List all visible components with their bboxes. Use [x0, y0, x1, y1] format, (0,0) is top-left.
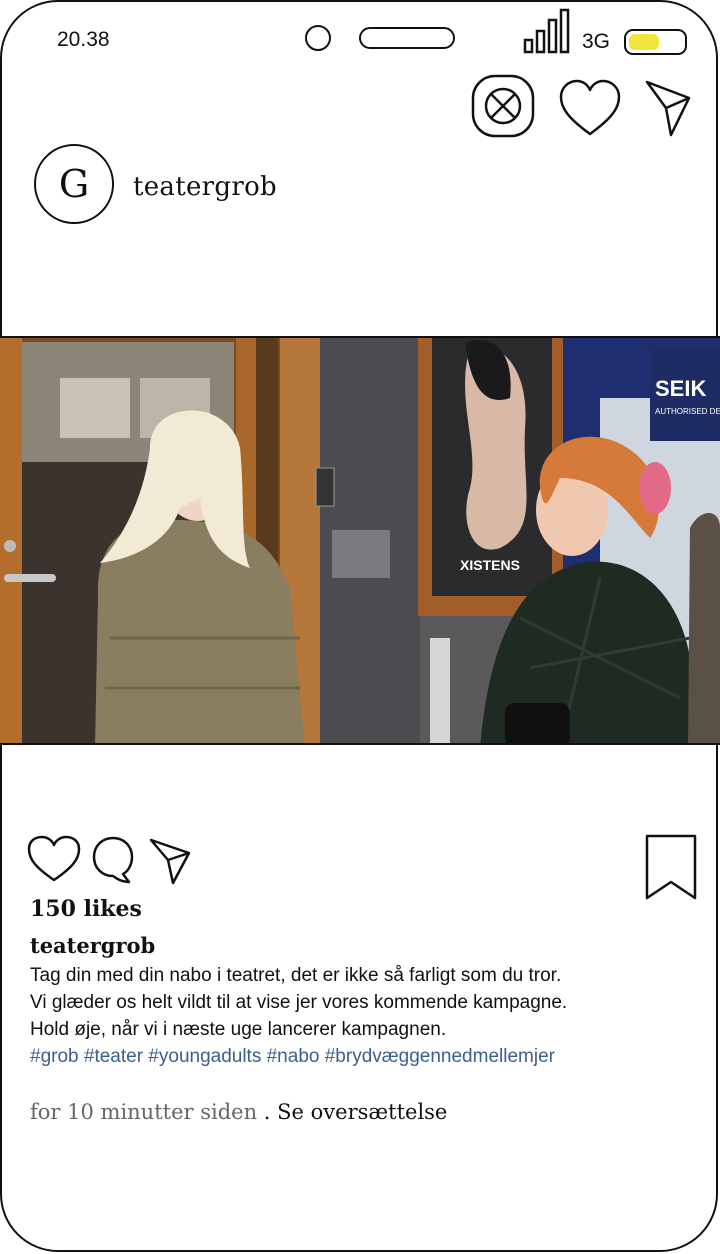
caption-line: Tag din med din nabo i teatret, det er i… [30, 965, 562, 986]
heart-icon[interactable] [558, 78, 622, 138]
post-username[interactable]: teatergrob [133, 172, 277, 202]
battery-level [629, 34, 659, 50]
post-meta: for 10 minutter siden . Se oversættelse [30, 1100, 447, 1124]
caption-line: Vi glæder os helt vildt til at vise jer … [30, 992, 568, 1013]
status-time: 20.38 [57, 28, 110, 51]
close-icon[interactable] [471, 74, 535, 138]
like-heart-icon[interactable] [26, 834, 82, 884]
shop-sign-sub: AUTHORISED DE [655, 407, 720, 416]
network-type: 3G [582, 30, 611, 53]
post-photo[interactable]: XISTENS SEIK AUTHORISED DE [0, 336, 720, 745]
caption-username[interactable]: teatergrob [30, 933, 155, 958]
meta-separator: . [257, 1100, 278, 1124]
speaker-slot [359, 27, 455, 49]
bookmark-icon[interactable] [644, 833, 698, 903]
poster-title: XISTENS [460, 557, 520, 573]
hashtags[interactable]: #grob #teater #youngadults #nabo #brydvæ… [30, 1043, 567, 1070]
likes-count[interactable]: 150 likes [30, 896, 142, 922]
caption: Tag din med din nabo i teatret, det er i… [30, 962, 567, 1070]
front-camera [305, 25, 331, 51]
post-photo-illustration: XISTENS SEIK AUTHORISED DE [0, 338, 720, 743]
battery-icon [624, 29, 687, 55]
share-icon[interactable] [148, 836, 192, 886]
post-time: for 10 minutter siden [30, 1100, 258, 1124]
shop-sign: SEIK [655, 376, 706, 401]
see-translation-link[interactable]: Se oversættelse [277, 1100, 447, 1124]
avatar[interactable]: G [34, 144, 114, 224]
comment-icon[interactable] [91, 835, 135, 885]
caption-line: Hold øje, når vi i næste uge lancerer ka… [30, 1019, 447, 1040]
send-icon[interactable] [644, 78, 692, 138]
signal-strength-icon [523, 8, 570, 54]
